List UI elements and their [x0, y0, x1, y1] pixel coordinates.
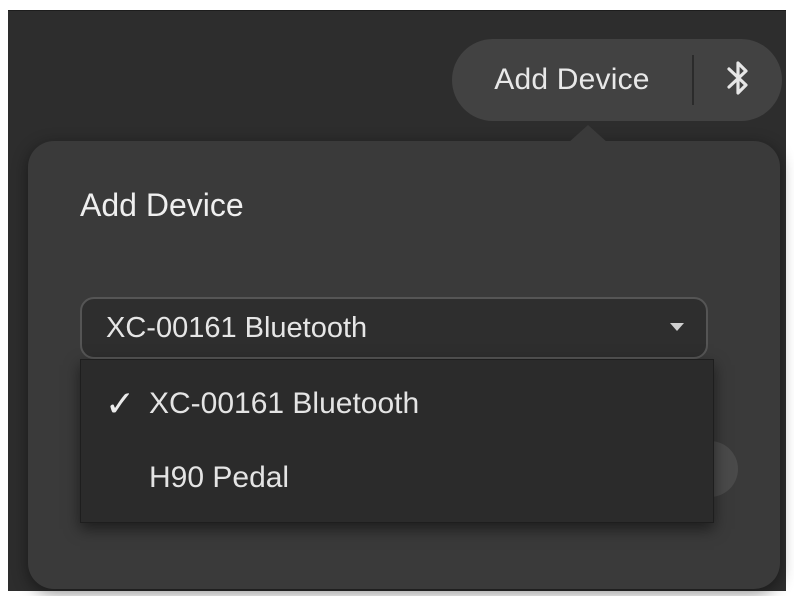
bluetooth-icon — [727, 60, 749, 101]
menu-item-label: XC-00161 Bluetooth — [149, 387, 420, 420]
add-device-button[interactable]: Add Device — [452, 39, 692, 121]
checkmark-icon: ✓ — [105, 383, 136, 425]
device-select-value: XC-00161 Bluetooth — [106, 311, 368, 344]
toolbar-pill: Add Device — [452, 39, 782, 121]
chevron-down-icon — [670, 323, 684, 331]
device-dropdown-menu: ✓ XC-00161 Bluetooth H90 Pedal — [80, 359, 714, 523]
device-select[interactable]: XC-00161 Bluetooth — [80, 297, 708, 359]
menu-item-xc-00161-bluetooth[interactable]: ✓ XC-00161 Bluetooth — [81, 368, 713, 440]
app-window: Add Device Add Device XC-00161 Bluetooth… — [8, 10, 786, 591]
menu-item-label: H90 Pedal — [149, 461, 290, 494]
popover-title: Add Device — [80, 187, 244, 223]
bluetooth-button[interactable] — [694, 39, 782, 121]
add-device-popover: Add Device XC-00161 Bluetooth ✓ XC-00161… — [28, 125, 780, 589]
menu-item-h90-pedal[interactable]: H90 Pedal — [81, 442, 713, 514]
popover-arrow — [568, 125, 608, 143]
